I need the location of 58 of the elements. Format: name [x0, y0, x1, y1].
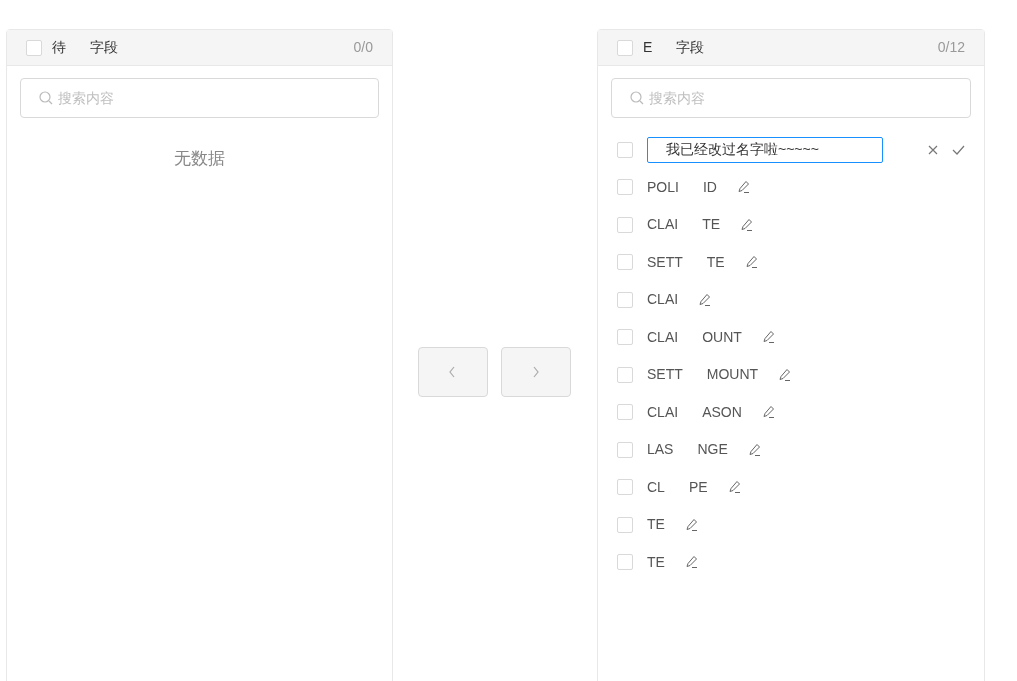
- panel-title: 待: [52, 38, 66, 57]
- checkbox[interactable]: [617, 329, 633, 346]
- field-label: PE: [688, 477, 708, 497]
- check-icon[interactable]: [952, 143, 965, 156]
- field-label: CL: [647, 477, 665, 497]
- field-label: TE: [706, 252, 725, 272]
- edit-icon[interactable]: [684, 517, 699, 532]
- edit-icon[interactable]: [740, 217, 754, 232]
- edit-icon[interactable]: [684, 555, 699, 570]
- search-field[interactable]: 搜索内容: [611, 78, 971, 118]
- empty-message: 无数据: [174, 148, 225, 170]
- checkbox[interactable]: [617, 516, 633, 533]
- checkbox[interactable]: [617, 554, 633, 571]
- field-label: LAS: [647, 440, 674, 460]
- item-count: 0/12: [937, 38, 965, 57]
- field-label: MOUNT: [706, 365, 759, 385]
- checkbox[interactable]: [617, 479, 633, 496]
- checkbox[interactable]: [617, 216, 633, 233]
- panel-title: E: [643, 38, 653, 57]
- checkbox[interactable]: [617, 254, 633, 271]
- edit-icon[interactable]: [736, 180, 751, 195]
- panel-title: 字段: [676, 38, 705, 57]
- field-label: CLAI: [647, 402, 679, 422]
- checkbox[interactable]: [617, 291, 633, 308]
- field-label: CLAI: [647, 290, 679, 310]
- field-label: TE: [647, 552, 665, 572]
- field-label: TE: [702, 215, 720, 235]
- checkbox[interactable]: [617, 366, 633, 383]
- field-label: NGE: [697, 440, 728, 460]
- edit-icon[interactable]: [761, 405, 776, 420]
- field-label: CLAI: [647, 327, 679, 347]
- edit-icon[interactable]: [778, 367, 793, 382]
- checkbox[interactable]: [617, 441, 633, 458]
- checkbox[interactable]: [617, 404, 633, 421]
- search-field[interactable]: 搜索内容: [20, 78, 379, 118]
- field-label: SETT: [647, 252, 683, 272]
- field-label: ASON: [702, 402, 742, 422]
- edit-icon[interactable]: [761, 330, 776, 345]
- rename-field[interactable]: 我已经改过名字啦~~~~~: [647, 136, 883, 163]
- checkbox[interactable]: [617, 179, 633, 196]
- field-label: OUNT: [702, 327, 742, 347]
- edit-icon[interactable]: [698, 292, 713, 307]
- panel-title: 字段: [90, 38, 118, 57]
- field-label: SETT: [647, 365, 683, 385]
- item-count: 0/0: [353, 38, 373, 57]
- checkbox[interactable]: [617, 39, 633, 56]
- edit-icon[interactable]: [747, 442, 762, 457]
- field-label: ID: [702, 177, 717, 197]
- checkbox[interactable]: [617, 141, 633, 158]
- edit-icon[interactable]: [727, 480, 742, 495]
- search-icon: [39, 91, 53, 105]
- field-label: TE: [647, 515, 665, 535]
- field-label: POLI: [647, 177, 679, 197]
- edit-icon[interactable]: [744, 255, 759, 270]
- field-label: CLAI: [647, 215, 679, 235]
- close-icon[interactable]: [927, 143, 939, 156]
- search-icon: [630, 91, 644, 105]
- checkbox[interactable]: [26, 39, 42, 56]
